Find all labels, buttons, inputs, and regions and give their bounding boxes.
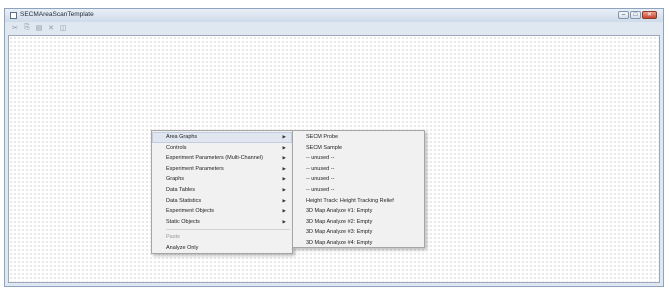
menu-item-label: Area Graphs	[166, 134, 198, 140]
menu-item-label: Data Tables	[166, 186, 195, 193]
menu-item-label: Experiment Objects	[166, 208, 214, 215]
menu-item-controls[interactable]: Controls ▶	[152, 143, 292, 154]
submenu-arrow-icon: ▶	[282, 208, 286, 214]
submenu-arrow-icon: ▶	[282, 176, 286, 182]
minimize-button[interactable]: –	[618, 11, 629, 19]
submenu-arrow-icon: ▶	[282, 186, 286, 192]
submenu-item-3d-map-3[interactable]: 3D Map Analyze #3: Empty	[293, 227, 424, 238]
submenu-item-unused[interactable]: -- unused --	[293, 185, 424, 196]
menu-item-analyze-only[interactable]: Analyze Only	[152, 243, 292, 254]
menu-separator	[166, 229, 290, 231]
close-button[interactable]: ✕	[642, 11, 657, 19]
window-controls: – □ ✕	[618, 11, 657, 19]
menu-item-experiment-parameters-multi[interactable]: Experiment Parameters (Multi-Channel) ▶	[152, 153, 292, 164]
menu-item-label: Controls	[166, 144, 187, 151]
toolbar: ✂ ⎘ ▤ ✕ ◫	[5, 22, 663, 34]
cut-icon[interactable]: ✂	[11, 24, 19, 32]
title-bar[interactable]: SECMAreaScanTemplate – □ ✕	[5, 9, 663, 22]
maximize-button[interactable]: □	[630, 11, 641, 19]
menu-item-data-tables[interactable]: Data Tables ▶	[152, 185, 292, 196]
submenu-item-secm-probe[interactable]: SECM Probe	[293, 132, 424, 143]
context-menu: Area Graphs ▶ Controls ▶ Experiment Parame…	[151, 130, 293, 254]
window-title: SECMAreaScanTemplate	[20, 11, 94, 18]
submenu-item-3d-map-2[interactable]: 3D Map Analyze #2: Empty	[293, 217, 424, 228]
menu-item-graphs[interactable]: Graphs ▶	[152, 174, 292, 185]
menu-item-paste: Paste	[166, 234, 181, 241]
submenu-item-3d-map-4[interactable]: 3D Map Analyze #4: Empty	[293, 238, 424, 249]
submenu-item-height-track[interactable]: Height Track: Height Tracking Relief	[293, 196, 424, 207]
submenu-item-secm-sample[interactable]: SECM Sample	[293, 143, 424, 154]
paste-icon[interactable]: ▤	[35, 24, 43, 32]
app-icon	[10, 12, 17, 19]
properties-icon[interactable]: ◫	[59, 24, 67, 32]
submenu-arrow-icon: ▶	[282, 218, 286, 224]
menu-item-data-statistics[interactable]: Data Statistics ▶	[152, 196, 292, 207]
copy-icon[interactable]: ⎘	[23, 24, 31, 32]
area-graphs-submenu: SECM Probe SECM Sample -- unused -- -- u…	[292, 130, 425, 248]
submenu-item-unused[interactable]: -- unused --	[293, 164, 424, 175]
menu-item-label: Graphs	[166, 176, 185, 183]
menu-item-experiment-parameters[interactable]: Experiment Parameters ▶	[152, 164, 292, 175]
submenu-item-unused[interactable]: -- unused --	[293, 174, 424, 185]
submenu-item-3d-map-1[interactable]: 3D Map Analyze #1: Empty	[293, 206, 424, 217]
menu-item-label: Experiment Parameters	[166, 165, 224, 172]
menu-item-label: Static Objects	[166, 218, 200, 225]
submenu-arrow-icon: ▶	[282, 197, 286, 203]
menu-item-label: Experiment Parameters (Multi-Channel)	[166, 155, 263, 162]
menu-item-experiment-objects[interactable]: Experiment Objects ▶	[152, 206, 292, 217]
menu-item-area-graphs[interactable]: Area Graphs ▶	[152, 132, 292, 143]
submenu-arrow-icon: ▶	[282, 165, 286, 171]
submenu-arrow-icon: ▶	[282, 155, 286, 161]
menu-item-label: Data Statistics	[166, 197, 202, 204]
submenu-arrow-icon: ▶	[282, 144, 286, 150]
submenu-arrow-icon: ▶	[282, 134, 286, 139]
submenu-item-unused[interactable]: -- unused --	[293, 153, 424, 164]
menu-item-static-objects[interactable]: Static Objects ▶	[152, 217, 292, 228]
delete-icon[interactable]: ✕	[47, 24, 55, 32]
